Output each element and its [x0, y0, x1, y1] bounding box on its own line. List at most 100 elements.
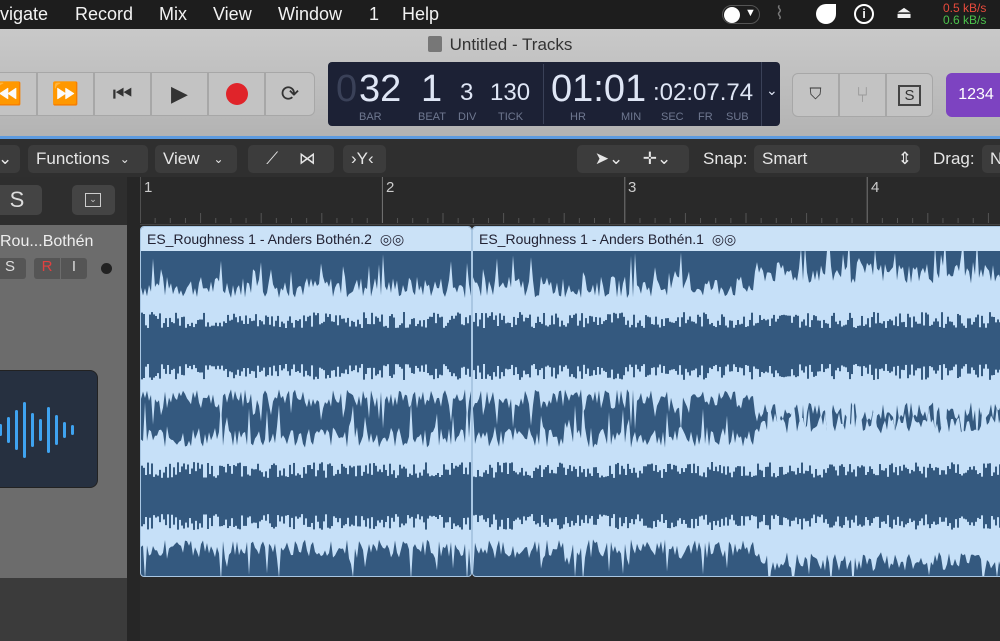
- view-menu[interactable]: View ⌄: [155, 145, 237, 173]
- menu-navigate[interactable]: vigate: [0, 4, 48, 25]
- waveform-core: [335, 315, 337, 377]
- waveform-core: [421, 475, 423, 517]
- waveform-core: [969, 318, 971, 374]
- waveform-core: [943, 327, 945, 365]
- ruler[interactable]: 1 2 3 4: [140, 177, 1000, 225]
- waveform-core: [341, 463, 343, 529]
- waveform-core: [431, 316, 433, 376]
- drag-select[interactable]: N: [982, 145, 1000, 173]
- waveform-core: [279, 326, 281, 366]
- menu-window[interactable]: Window: [278, 4, 342, 25]
- waveform-core: [573, 466, 575, 526]
- waveform-core: [661, 477, 663, 515]
- waveform-core: [879, 322, 881, 370]
- waveform-core: [647, 316, 649, 376]
- waveform-core: [413, 464, 415, 528]
- waveform-core: [853, 469, 855, 523]
- hr-label: HR: [570, 111, 586, 123]
- waveform-core: [405, 327, 407, 365]
- track-header[interactable]: Rou...Bothén S R I: [0, 225, 127, 578]
- play-button[interactable]: ▶: [151, 72, 208, 116]
- marquee-tool-icon[interactable]: ✛⌄: [643, 149, 672, 169]
- waveform-core: [699, 475, 701, 517]
- waveform-core: [931, 324, 933, 368]
- solo-button[interactable]: S: [886, 73, 933, 117]
- go-to-beginning-button[interactable]: ⏮: [94, 72, 151, 116]
- low-latency-button[interactable]: ⛉: [792, 73, 839, 117]
- waveform-core: [777, 318, 779, 374]
- waveform-core: [171, 322, 173, 370]
- record-button[interactable]: [208, 72, 265, 116]
- waveform-core: [355, 476, 357, 516]
- global-solo-button[interactable]: S: [0, 185, 42, 215]
- chevron-down-icon[interactable]: ⌄: [766, 82, 778, 99]
- waveform-core: [571, 317, 573, 375]
- menu-view[interactable]: View: [213, 4, 252, 25]
- waveform-core: [591, 476, 593, 516]
- eject-icon[interactable]: ⏏: [896, 3, 912, 23]
- input-monitor-button[interactable]: I: [61, 258, 87, 279]
- edit-menu[interactable]: ⌄: [0, 145, 20, 173]
- info-icon[interactable]: i: [854, 4, 874, 24]
- rewind-button[interactable]: ⏪: [0, 72, 37, 116]
- waveform-core: [323, 321, 325, 371]
- waveform-core: [653, 324, 655, 368]
- waveform-core: [303, 467, 305, 525]
- record-enable-button[interactable]: R: [34, 258, 60, 279]
- track-solo-button[interactable]: S: [0, 258, 26, 279]
- waveform-core: [147, 327, 149, 365]
- waveform-core: [605, 319, 607, 373]
- catch-button[interactable]: ›Y‹: [343, 145, 386, 173]
- waveform-core: [757, 463, 759, 529]
- count-in-button[interactable]: 1234: [946, 73, 1000, 117]
- waveform-core: [401, 323, 403, 369]
- audio-region[interactable]: ES_Roughness 1 - Anders Bothén.2 ◎◎: [140, 226, 472, 577]
- waveform-core: [179, 325, 181, 367]
- menu-record[interactable]: Record: [75, 4, 133, 25]
- waveform-core: [873, 473, 875, 519]
- tool-menus: ➤⌄ ✛⌄: [577, 145, 689, 173]
- lcd-display[interactable]: 0 32 1 3 130 BAR BEAT DIV TICK 01:01 :02…: [328, 62, 780, 126]
- drop-icon[interactable]: [816, 4, 836, 24]
- waveform-core: [557, 317, 559, 375]
- waveform-core: [217, 326, 219, 366]
- waveform-core: [927, 467, 929, 525]
- waveform-core: [583, 469, 585, 523]
- menu-1[interactable]: 1: [369, 4, 379, 25]
- track-name[interactable]: Rou...Bothén: [0, 233, 93, 251]
- waveform-core: [263, 324, 265, 368]
- waveform-core: [993, 316, 995, 376]
- waveform-core: [381, 314, 383, 378]
- waveform-core: [609, 314, 611, 378]
- pointer-tool-icon[interactable]: ➤⌄: [595, 149, 624, 169]
- waveform-core: [917, 323, 919, 369]
- waveform-core: [863, 325, 865, 367]
- waveform-core: [879, 464, 881, 528]
- toggle-status-icon[interactable]: ▼: [722, 5, 760, 24]
- waveform-core: [257, 326, 259, 366]
- waveform-core: [515, 324, 517, 368]
- menu-mix[interactable]: Mix: [159, 4, 187, 25]
- audio-region[interactable]: ES_Roughness 1 - Anders Bothén.1 ◎◎: [472, 226, 1000, 577]
- bar-value: 32: [359, 68, 402, 110]
- flex-icon[interactable]: ⋈: [299, 149, 316, 169]
- waveform-core: [199, 468, 201, 524]
- snap-select[interactable]: Smart ⇕: [754, 145, 920, 173]
- waveform-core: [353, 321, 355, 371]
- waveform-core: [299, 319, 301, 373]
- waveform-core: [547, 326, 549, 366]
- waveform-core: [195, 323, 197, 369]
- cycle-button[interactable]: ⟳: [265, 72, 315, 116]
- waveform-core: [311, 469, 313, 523]
- tuner-button[interactable]: ⑂: [839, 73, 886, 117]
- fast-forward-button[interactable]: ⏩: [37, 72, 94, 116]
- show-global-tracks-button[interactable]: ⌄: [72, 185, 115, 215]
- spring-icon[interactable]: ⌇: [775, 3, 784, 24]
- waveform-core: [419, 320, 421, 372]
- automation-icon[interactable]: ⟋: [266, 149, 278, 169]
- waveform-bar: [63, 422, 66, 438]
- functions-menu[interactable]: Functions ⌄: [28, 145, 148, 173]
- waveform-core: [703, 472, 705, 520]
- waveform-core: [581, 472, 583, 520]
- menu-help[interactable]: Help: [402, 4, 439, 25]
